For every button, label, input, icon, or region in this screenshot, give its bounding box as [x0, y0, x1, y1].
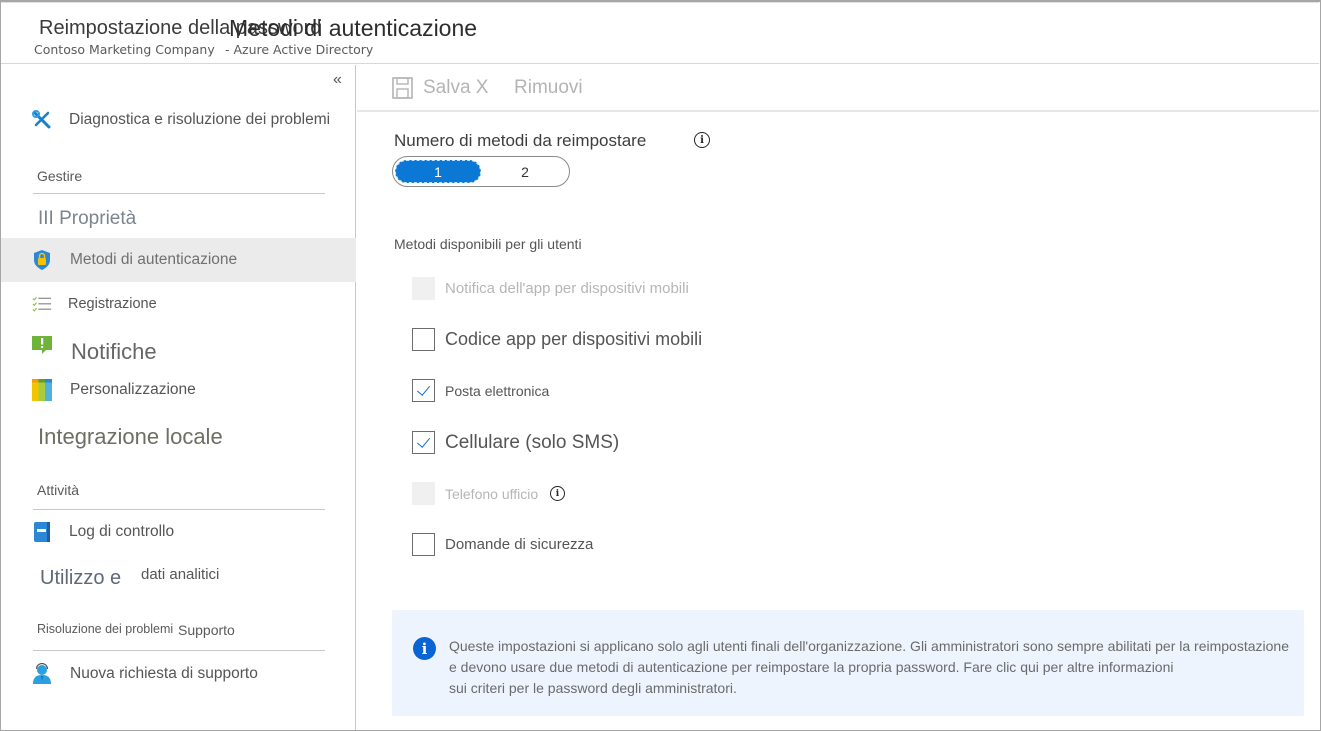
- method-security-questions[interactable]: Domande di sicurezza: [412, 533, 593, 556]
- method-label: Telefono ufficio: [445, 485, 539, 502]
- sidebar-item-label: Metodi di autenticazione: [70, 251, 238, 268]
- sidebar-item-label: III Proprietà: [38, 208, 137, 229]
- info-icon[interactable]: i: [694, 132, 710, 148]
- method-mobile-phone-sms[interactable]: Cellulare (solo SMS): [412, 431, 619, 454]
- method-label: Codice app per dispositivi mobili: [445, 329, 703, 349]
- log-book-icon: [32, 522, 52, 542]
- wrench-screwdriver-icon: [32, 110, 52, 130]
- method-label: Cellulare (solo SMS): [445, 431, 620, 453]
- sidebar-item-label: Utilizzo e: [40, 566, 122, 589]
- notification-alert-icon: [32, 335, 52, 355]
- tenant-name: Contoso Marketing Company: [34, 42, 215, 57]
- info-icon[interactable]: i: [550, 486, 565, 501]
- checkbox[interactable]: [412, 482, 435, 505]
- sidebar-item-diagnose[interactable]: Diagnostica e risoluzione dei problemi: [1, 103, 356, 137]
- checkbox-checked[interactable]: [412, 379, 435, 402]
- blade-header: Reimpostazione della password Metodi di …: [1, 2, 1319, 64]
- sidebar-item-auth-methods[interactable]: Metodi di autenticazione: [1, 238, 356, 282]
- checkbox[interactable]: [412, 277, 435, 300]
- color-palette-icon: [32, 379, 52, 401]
- section-heading-support-suffix: Supporto: [178, 622, 235, 638]
- save-button[interactable]: Salva X: [423, 77, 488, 99]
- sidebar-item-customization[interactable]: Personalizzazione: [1, 373, 356, 407]
- sidebar-item-notifications[interactable]: Notifiche: [1, 333, 356, 371]
- method-label: Notifica dell'app per dispositivi mobili: [445, 280, 689, 297]
- sidebar-item-label-secondary: dati analitici: [141, 566, 220, 583]
- section-heading-manage: Gestire: [37, 168, 83, 184]
- section-divider: [33, 193, 325, 194]
- blade-title: Metodi di autenticazione: [229, 15, 478, 41]
- section-heading-support: Risoluzione dei problemi: [37, 622, 174, 636]
- sidebar-item-properties[interactable]: III Proprietà: [1, 202, 356, 236]
- admin-policy-link[interactable]: sui criteri per le password degli ammini…: [449, 678, 1309, 699]
- method-label: Posta elettronica: [445, 382, 550, 399]
- sidebar-item-label: Registrazione: [68, 296, 157, 312]
- sidebar-item-label: Nuova richiesta di supporto: [70, 665, 258, 682]
- num-methods-option-1[interactable]: 1: [395, 160, 481, 183]
- sidebar-item-label: Integrazione locale: [38, 424, 223, 449]
- sidebar-item-registration[interactable]: Registrazione: [1, 287, 356, 321]
- method-mobile-app-code[interactable]: Codice app per dispositivi mobili: [412, 328, 702, 351]
- command-bar: Salva X Rimuovi: [357, 65, 1319, 112]
- info-icon: i: [413, 637, 436, 660]
- service-name: - Azure Active Directory: [225, 42, 374, 57]
- info-banner-line: Queste impostazioni si applicano solo ag…: [449, 638, 1289, 654]
- section-divider: [33, 509, 325, 510]
- method-label: Domande di sicurezza: [445, 536, 594, 553]
- admin-policy-info-banner: i Queste impostazioni si applicano solo …: [392, 610, 1304, 716]
- section-divider: [33, 650, 325, 651]
- main-panel: Salva X Rimuovi Numero di metodi da reim…: [357, 65, 1319, 730]
- shield-lock-icon: [32, 250, 52, 270]
- discard-button[interactable]: Rimuovi: [514, 77, 583, 99]
- info-banner-text: Queste impostazioni si applicano solo ag…: [449, 636, 1309, 699]
- sidebar-item-usage-insights[interactable]: Utilizzo e dati analitici: [1, 559, 356, 597]
- method-office-phone[interactable]: Telefono ufficio: [412, 482, 538, 505]
- sidebar: « Diagnostica e risoluzione dei problemi…: [1, 65, 356, 730]
- collapse-sidebar-button[interactable]: «: [333, 71, 342, 89]
- method-mobile-app-notification[interactable]: Notifica dell'app per dispositivi mobili: [412, 277, 689, 300]
- method-email[interactable]: Posta elettronica: [412, 379, 549, 402]
- available-methods-heading: Metodi disponibili per gli utenti: [394, 236, 582, 252]
- sidebar-item-label: Diagnostica e risoluzione dei problemi: [69, 111, 331, 128]
- support-agent-icon: [32, 663, 52, 684]
- sidebar-item-audit-logs[interactable]: Log di controllo: [1, 515, 356, 549]
- sidebar-item-new-support-request[interactable]: Nuova richiesta di supporto: [1, 657, 356, 691]
- num-methods-toggle: 1 2: [392, 156, 570, 187]
- num-methods-option-2[interactable]: 2: [482, 160, 568, 183]
- num-methods-label: Numero di metodi da reimpostare: [394, 131, 647, 150]
- checklist-icon: [32, 294, 52, 314]
- admin-policy-link[interactable]: e devono usare due metodi di autenticazi…: [449, 657, 1309, 678]
- checkbox[interactable]: [412, 328, 435, 351]
- sidebar-item-onprem-integration[interactable]: Integrazione locale: [1, 417, 356, 457]
- sidebar-item-label: Personalizzazione: [70, 381, 196, 398]
- checkbox[interactable]: [412, 533, 435, 556]
- save-icon[interactable]: [392, 77, 413, 99]
- checkbox-checked[interactable]: [412, 431, 435, 454]
- sidebar-item-label: Log di controllo: [69, 523, 175, 540]
- sidebar-item-label: Notifiche: [71, 339, 157, 364]
- section-heading-activity: Attività: [37, 482, 80, 498]
